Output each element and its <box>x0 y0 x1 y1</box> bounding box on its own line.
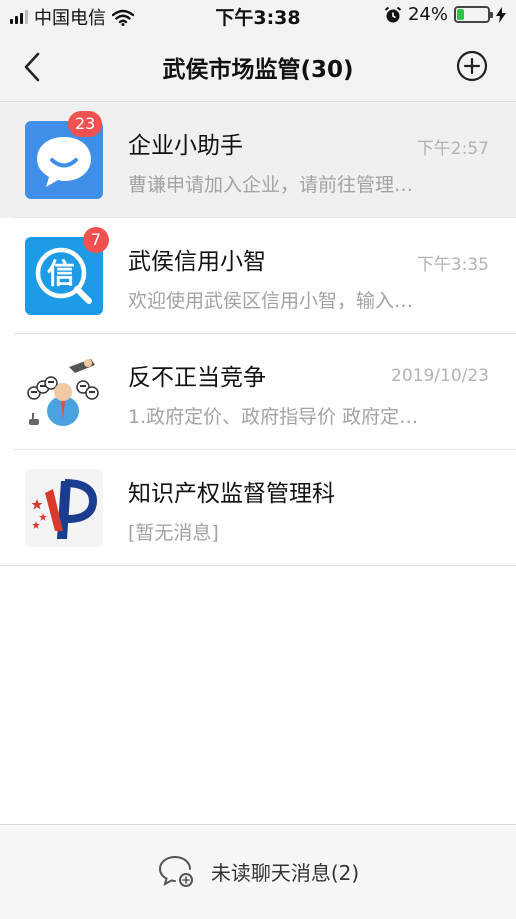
chat-item-enterprise-assistant[interactable]: 23 企业小助手 下午2:57 曹谦申请加入企业，请前往管理… <box>0 102 516 218</box>
chat-time: 下午2:57 <box>416 139 489 159</box>
battery-fill <box>457 9 465 20</box>
chat-preview: 欢迎使用武侯区信用小智，输入… <box>128 290 414 312</box>
chat-preview: [暂无消息] <box>128 522 219 544</box>
chat-preview: 曹谦申请加入企业，请前往管理… <box>128 174 414 196</box>
battery-icon <box>454 6 493 23</box>
carrier-label: 中国电信 <box>34 8 106 29</box>
cartoon-people-icon <box>27 359 99 426</box>
chat-name: 武侯信用小智 <box>128 249 266 275</box>
chat-item-ip-supervision[interactable]: 知识产权监督管理科 [暂无消息] <box>0 450 516 566</box>
chat-name: 反不正当竞争 <box>128 365 266 391</box>
svg-text:信: 信 <box>47 257 75 290</box>
unread-badge: 7 <box>83 227 109 253</box>
ip-logo-icon <box>25 469 103 547</box>
chevron-left-icon <box>24 52 40 82</box>
chat-time: 2019/10/23 <box>391 366 489 386</box>
add-button[interactable] <box>456 50 488 82</box>
charging-bolt-icon <box>496 6 506 23</box>
unread-badge: 23 <box>68 111 103 137</box>
status-left: 中国电信 <box>10 4 134 30</box>
avatar <box>25 353 103 431</box>
chat-time: 下午3:35 <box>416 255 489 275</box>
page-title: 武侯市场监管(30) <box>162 57 354 83</box>
circle-plus-icon <box>456 50 488 82</box>
signal-icon <box>10 10 28 24</box>
chat-item-anti-unfair-competition[interactable]: 反不正当竞争 2019/10/23 1.政府定价、政府指导价 政府定… <box>0 334 516 450</box>
divider <box>0 565 516 566</box>
chat-name: 知识产权监督管理科 <box>128 481 335 507</box>
chat-list: 23 企业小助手 下午2:57 曹谦申请加入企业，请前往管理… 信 7 武侯信用… <box>0 102 516 566</box>
avatar <box>25 469 103 547</box>
unread-messages-label: 未读聊天消息(2) <box>210 860 360 885</box>
chat-item-credit-assistant[interactable]: 信 7 武侯信用小智 下午3:35 欢迎使用武侯区信用小智，输入… <box>0 218 516 334</box>
nav-bar: 武侯市场监管(30) <box>0 30 516 102</box>
unread-chat-icon <box>158 856 193 887</box>
unread-messages-button[interactable]: 未读聊天消息(2) <box>0 853 516 889</box>
chat-preview: 1.政府定价、政府指导价 政府定… <box>128 406 419 428</box>
back-button[interactable] <box>20 50 50 84</box>
alarm-icon <box>384 6 402 22</box>
chat-name: 企业小助手 <box>128 133 243 159</box>
status-bar: 中国电信 下午3:38 24% <box>0 0 516 30</box>
bottom-bar: 未读聊天消息(2) <box>0 824 516 919</box>
wifi-icon <box>112 9 134 26</box>
battery-percent: 24% <box>407 4 448 25</box>
status-right: 24% <box>384 4 506 25</box>
